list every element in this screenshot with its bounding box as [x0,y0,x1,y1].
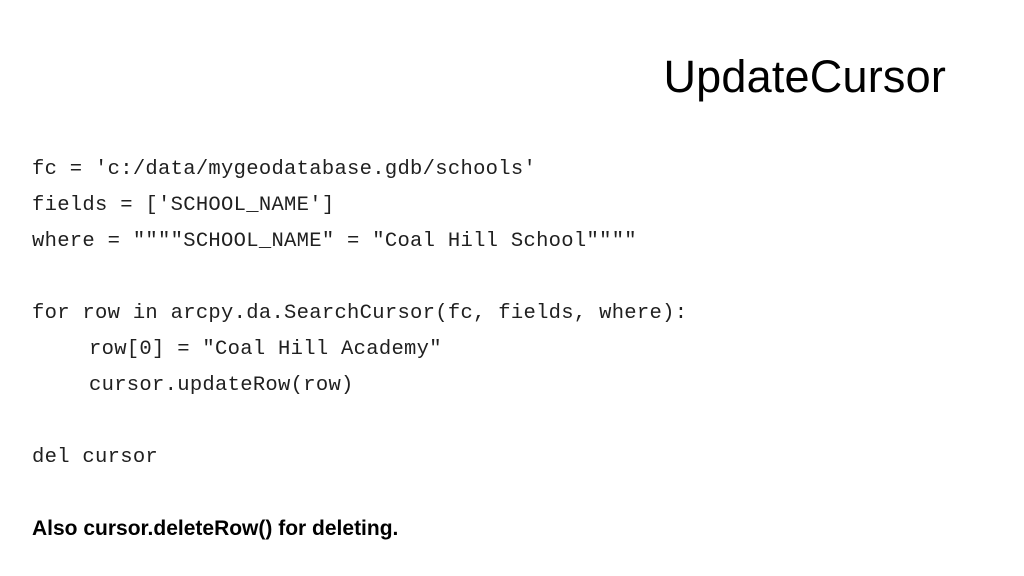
code-line: fields = ['SCHOOL_NAME'] [32,194,335,217]
slide-canvas: UpdateCursor fc = 'c:/data/mygeodatabase… [0,0,1024,576]
code-line: cursor.updateRow(row) [89,374,354,397]
code-line: fc = 'c:/data/mygeodatabase.gdb/schools' [32,158,537,181]
code-block: fc = 'c:/data/mygeodatabase.gdb/schools'… [32,152,972,476]
code-line: for row in arcpy.da.SearchCursor(fc, fie… [32,302,688,325]
code-line: row[0] = "Coal Hill Academy" [89,338,442,361]
code-line: where = """"SCHOOL_NAME" = "Coal Hill Sc… [32,230,637,253]
footer-note: Also cursor.deleteRow() for deleting. [32,517,399,540]
page-title: UpdateCursor [663,51,946,102]
code-line: del cursor [32,446,159,469]
